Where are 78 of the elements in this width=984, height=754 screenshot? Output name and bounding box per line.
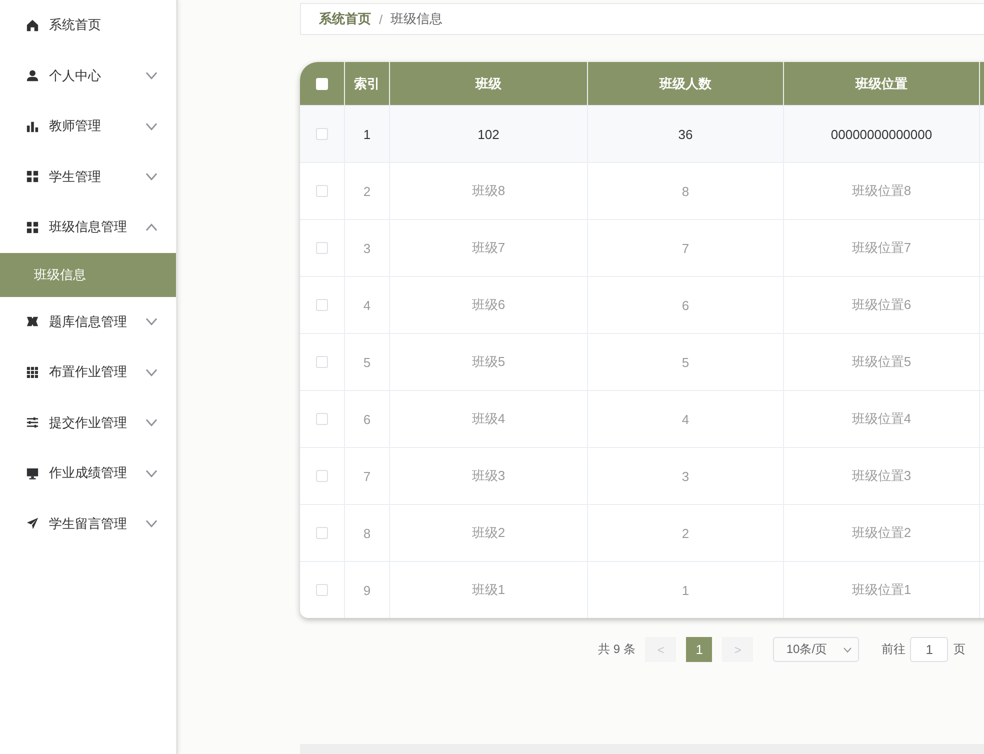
home-icon [26,18,39,32]
table-cell: 7 [345,448,390,504]
row-checkbox[interactable] [316,584,328,596]
table-cell: 班级位置5 [784,334,980,390]
table-cell: 6 [588,277,784,333]
table-cell: 班级位置8 [784,163,980,219]
page-size-select[interactable]: 10条/页 [773,637,860,662]
table-cell: 3 [588,448,784,504]
page-button[interactable]: 1 [686,637,712,662]
table-cell: 班级5 [390,334,588,390]
monitor-icon [26,466,39,480]
sidebar-item[interactable]: 系统首页 [0,0,176,50]
table-cell: 3 [345,220,390,276]
row-checkbox[interactable] [316,185,328,197]
table-cell: 班级8 [390,163,588,219]
row-checkbox[interactable] [316,413,328,425]
table-cell: 6 [345,391,390,447]
sidebar-item[interactable]: 作业成绩管理 [0,448,176,498]
table-cell: 5 [588,334,784,390]
row-checkbox[interactable] [316,470,328,482]
table-cell: 36 [588,106,784,162]
table-cell: 班级4 [390,391,588,447]
sidebar-item[interactable]: 提交作业管理 [0,398,176,448]
table-cell: 2 [345,163,390,219]
send-icon [26,517,39,530]
page-unit: 页 [953,641,966,658]
table-cell: 5 [345,334,390,390]
row-checkbox[interactable] [316,242,328,254]
table-cell: 4 [345,277,390,333]
sidebar-item[interactable]: 教师管理 [0,101,176,152]
ticket-icon [26,315,39,328]
total-count: 共 9 条 [598,641,636,658]
table-cell: 1 [345,106,390,162]
table-cell: 7 [588,220,784,276]
table-row[interactable]: 1 102 36 00000000000000 [300,105,984,162]
table-cell: 9 [345,562,390,618]
breadcrumb-item: 班级信息 [390,10,443,28]
table-cell: 班级位置4 [784,391,980,447]
submenu-item[interactable]: 班级信息 [0,252,176,296]
sidebar-item[interactable]: 学生留言管理 [0,498,176,549]
table-cell: 班级位置2 [784,505,980,561]
grid-icon [26,170,39,184]
row-checkbox[interactable] [316,299,328,311]
page-input[interactable]: 1 [910,637,948,662]
table-cell: 班级6 [390,277,588,333]
table-cell: 班级位置6 [784,277,980,333]
sidebar-item[interactable]: 布置作业管理 [0,347,176,398]
sidebar-item[interactable]: 题库信息管理 [0,296,176,347]
sidebar-item[interactable]: 个人中心 [0,50,176,101]
table-cell: 班级7 [390,220,588,276]
table-cell: 8 [345,505,390,561]
table-cell: 班级1 [390,562,588,618]
table-cell: 8 [588,163,784,219]
row-checkbox[interactable] [316,527,328,539]
chart-icon [26,120,39,133]
breadcrumb-item[interactable]: 系统首页 [319,10,371,28]
goto-label: 前往 [881,641,906,658]
table-cell: 00000000000000 [784,106,980,162]
sidebar-item[interactable]: 班级信息管理 [0,202,176,252]
table-cell: 1 [588,562,784,618]
table-cell: 班级位置3 [784,448,980,504]
sliders-icon [26,416,39,430]
table-cell: 班级位置1 [784,562,980,618]
grid9-icon [26,366,39,379]
table-cell: 4 [588,391,784,447]
row-checkbox[interactable] [316,128,328,140]
row-checkbox[interactable] [316,356,328,368]
sidebar-item[interactable]: 学生管理 [0,152,176,202]
chevron-icon [843,646,852,652]
select-all-checkbox[interactable] [316,78,328,90]
table-cell: 2 [588,505,784,561]
table-cell: 班级2 [390,505,588,561]
table-cell: 班级3 [390,448,588,504]
table-cell: 102 [390,106,588,162]
user-icon [26,69,39,82]
grid-icon [26,220,39,234]
table-cell: 班级位置7 [784,220,980,276]
breadcrumb-separator: / [379,12,383,26]
